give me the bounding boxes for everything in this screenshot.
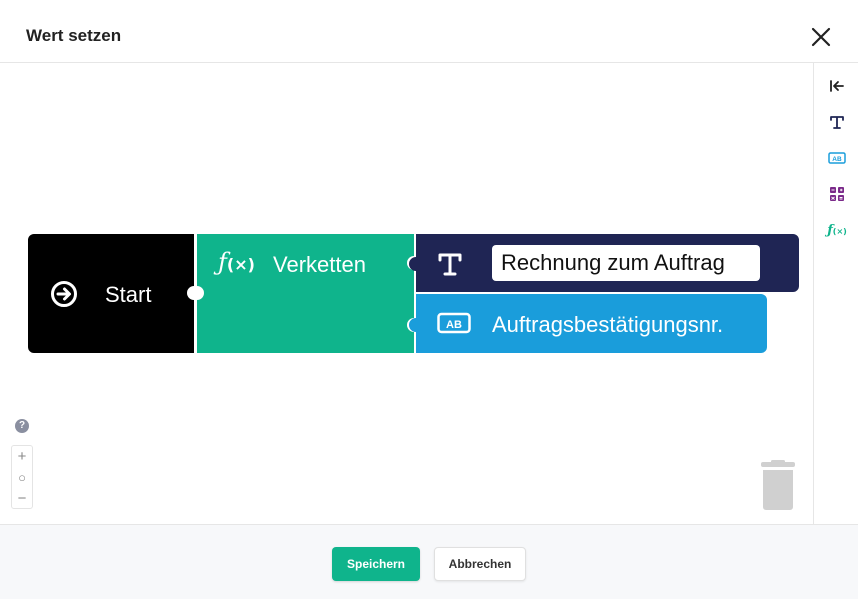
- start-block-label: Start: [105, 282, 152, 307]
- set-value-dialog: Wert setzen Start ƒ(×) Verketten Rechnun…: [0, 0, 858, 599]
- toolbox-function-item[interactable]: ƒ(×): [826, 219, 848, 241]
- zoom-out-button[interactable]: −: [12, 488, 32, 509]
- text-type-icon: [830, 116, 844, 129]
- svg-text:AB: AB: [832, 156, 842, 163]
- close-icon: [811, 27, 831, 47]
- zoom-controls: + ○ −: [11, 445, 33, 509]
- toolbox-variables-item[interactable]: [826, 183, 848, 205]
- toolbox-field-item[interactable]: AB: [826, 147, 848, 169]
- trash-can-icon[interactable]: [758, 460, 798, 510]
- calculator-grid-icon: [830, 187, 844, 201]
- function-icon: ƒ(×): [218, 248, 255, 276]
- help-icon[interactable]: ?: [15, 419, 29, 433]
- text-type-icon: [438, 253, 462, 276]
- field-block-label: Auftragsbestätigungsnr.: [492, 312, 724, 337]
- close-button[interactable]: [806, 22, 836, 52]
- zoom-reset-button[interactable]: ○: [12, 467, 32, 488]
- field-ab-icon: AB: [437, 312, 471, 334]
- concat-block-label: Verketten: [273, 252, 366, 277]
- dialog-footer: Speichern Abbrechen: [0, 524, 858, 599]
- toolbox-text-item[interactable]: [826, 111, 848, 133]
- block-toolbox: AB ƒ(×): [813, 63, 858, 524]
- dialog-header: Wert setzen: [0, 0, 858, 63]
- arrow-right-circle-icon: [51, 281, 77, 307]
- save-button[interactable]: Speichern: [332, 547, 420, 581]
- zoom-in-button[interactable]: +: [12, 446, 32, 467]
- arrow-left-bar-icon: [830, 80, 844, 92]
- svg-text:AB: AB: [446, 319, 462, 331]
- toolbox-start-item[interactable]: [826, 75, 848, 97]
- dialog-title: Wert setzen: [26, 26, 122, 45]
- field-ab-icon: AB: [828, 152, 846, 164]
- cancel-button[interactable]: Abbrechen: [434, 547, 526, 581]
- text-value-input[interactable]: Rechnung zum Auftrag: [492, 245, 760, 281]
- function-icon: ƒ(×): [827, 222, 847, 238]
